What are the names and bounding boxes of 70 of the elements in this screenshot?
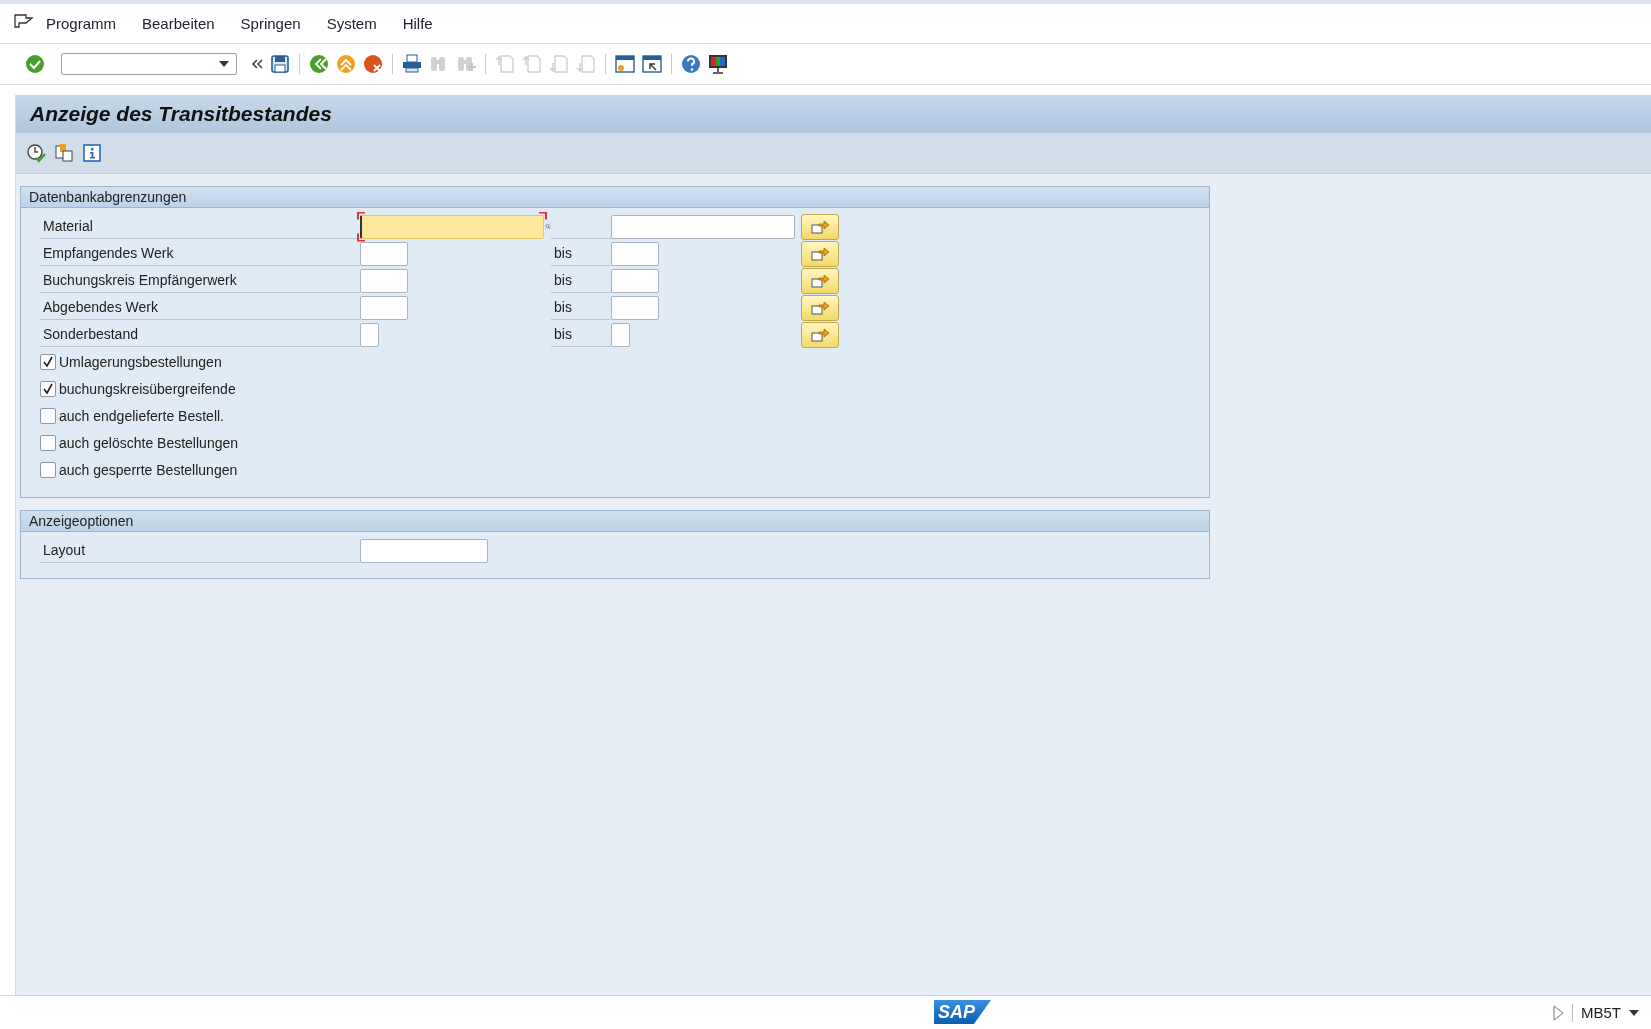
input-field[interactable] [360, 538, 488, 563]
info-icon[interactable] [82, 143, 102, 163]
checkbox[interactable] [40, 434, 56, 451]
range-label: bis [553, 326, 572, 342]
menu-item[interactable]: Programm [46, 15, 116, 32]
input-field[interactable] [360, 295, 408, 320]
menu-item[interactable]: Springen [240, 15, 301, 32]
input-field[interactable] [611, 295, 659, 320]
window-title: Anzeige des Transitbestandes [30, 102, 332, 126]
group-title: Anzeigeoptionen [21, 511, 1209, 532]
field-label: Buchungskreis Empfängerwerk [40, 268, 360, 293]
shortcut-window-icon[interactable] [641, 53, 663, 75]
transaction-code: MB5T [1581, 1004, 1621, 1021]
checkbox-label: auch gesperrte Bestellungen [59, 461, 238, 478]
arrow-into-box-icon [810, 245, 830, 262]
checkbox-label: auch gelöschte Bestellungen [59, 434, 239, 451]
multiple-selection-button[interactable] [801, 213, 839, 240]
arrow-into-box-icon [810, 218, 830, 235]
checkbox-label: auch endgelieferte Bestell. [59, 407, 224, 424]
input-field[interactable] [360, 268, 408, 293]
input-field[interactable] [611, 241, 659, 266]
new-window-icon[interactable] [614, 53, 636, 75]
input-field[interactable] [611, 268, 659, 293]
multiple-selection-button[interactable] [801, 267, 839, 294]
menu-item[interactable]: Hilfe [402, 15, 433, 32]
checkbox[interactable] [40, 461, 56, 478]
dropdown-icon[interactable] [218, 60, 230, 68]
menu-item[interactable]: Bearbeiten [142, 15, 215, 32]
input-field[interactable] [611, 214, 795, 239]
input-field[interactable] [611, 322, 630, 347]
arrow-into-box-icon [810, 299, 830, 316]
command-field[interactable] [61, 53, 237, 75]
range-label: bis [553, 245, 572, 261]
copy-icon[interactable] [54, 143, 74, 163]
field-label: Layout [40, 538, 360, 563]
dropdown-icon[interactable] [1629, 1008, 1639, 1017]
print-icon[interactable] [401, 53, 423, 75]
double-chevron-icon[interactable] [250, 57, 264, 71]
input-field[interactable] [360, 322, 379, 347]
menu-icon[interactable] [14, 12, 34, 29]
field-label: Sonderbestand [40, 322, 360, 347]
multiple-selection-button[interactable] [801, 240, 839, 267]
monitor-icon[interactable] [707, 53, 729, 75]
checkbox-label: Umlagerungsbestellungen [59, 353, 222, 370]
logo: SAP [934, 1000, 991, 1024]
triangle-icon[interactable] [1552, 1004, 1564, 1021]
back-icon[interactable] [308, 53, 330, 75]
multiple-selection-button[interactable] [801, 294, 839, 321]
group-title: Datenbankabgrenzungen [21, 187, 1209, 208]
checkbox[interactable] [40, 407, 56, 424]
field-label: Material [40, 214, 360, 239]
field-label: Empfangendes Werk [40, 241, 360, 266]
input-field[interactable] [360, 241, 408, 266]
range-label: bis [553, 299, 572, 315]
exit-icon[interactable] [335, 53, 357, 75]
field-label: Abgebendes Werk [40, 295, 360, 320]
multiple-selection-button[interactable] [801, 321, 839, 348]
checkbox[interactable] [40, 353, 56, 370]
cancel-icon[interactable] [362, 53, 384, 75]
clock-check-icon[interactable] [26, 143, 46, 163]
checkbox[interactable] [40, 380, 56, 397]
save-icon[interactable] [269, 53, 291, 75]
check-icon[interactable] [24, 53, 46, 75]
help-icon[interactable] [680, 53, 702, 75]
input-field[interactable] [360, 214, 544, 239]
range-label: bis [553, 272, 572, 288]
checkbox-label: buchungskreisübergreifende [59, 380, 236, 397]
menu-item[interactable]: System [326, 15, 377, 32]
arrow-into-box-icon [810, 326, 830, 343]
arrow-into-box-icon [810, 272, 830, 289]
